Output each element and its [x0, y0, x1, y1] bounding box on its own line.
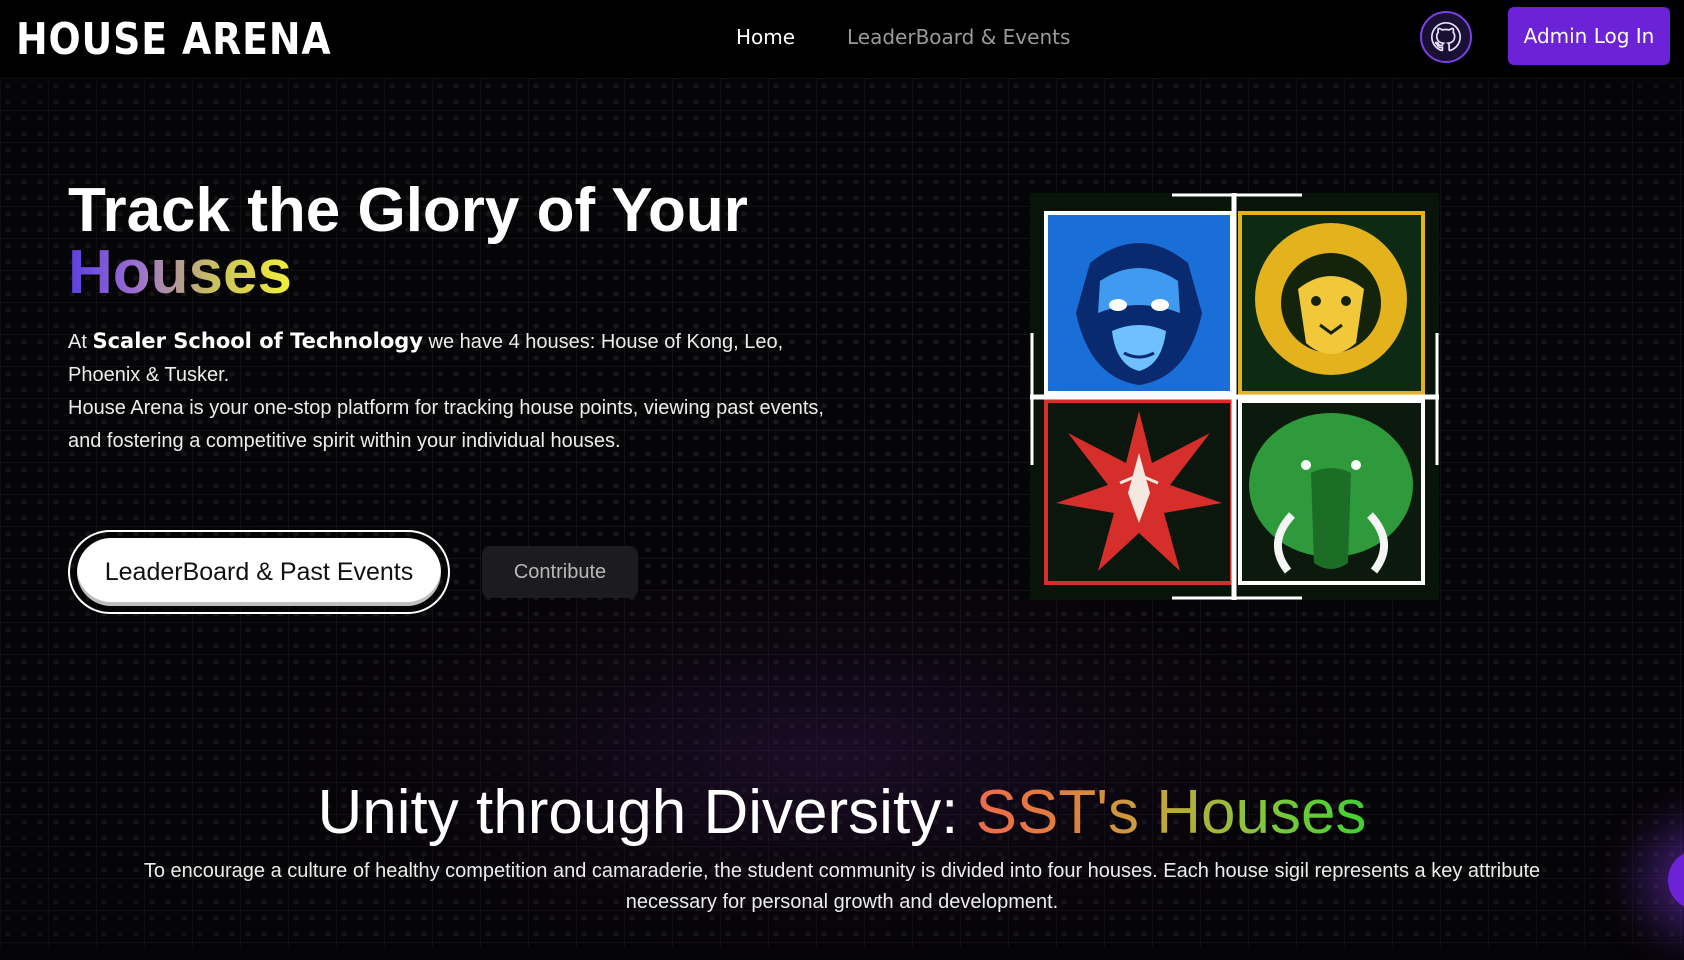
hero-description: At Scaler School of Technology we have 4… [68, 325, 848, 458]
houses-section-title-text: Unity through Diversity: [317, 778, 976, 847]
phoenix-sigil-icon [1044, 399, 1234, 585]
houses-section-title-accent: SST's Houses [975, 778, 1367, 847]
houses-section-description: To encourage a culture of healthy compet… [143, 860, 1541, 913]
hero-title: Track the Glory of Your Houses [68, 180, 848, 304]
hero-desc-platform: House Arena is your one-stop platform fo… [68, 397, 824, 452]
houses-section-title: Unity through Diversity: SST's Houses [0, 776, 1684, 850]
hero-title-accent: Houses [68, 238, 292, 307]
nav-link-home[interactable]: Home [736, 24, 795, 50]
site-logo[interactable]: HOUSE ARENA [16, 14, 332, 66]
hero-title-line: Track the Glory of Your [68, 176, 748, 245]
school-name: Scaler School of Technology [92, 329, 423, 353]
github-button[interactable] [1420, 11, 1472, 63]
hero-desc-intro: At [68, 331, 93, 353]
github-icon [1430, 21, 1462, 52]
house-sigils-image [1030, 193, 1439, 600]
admin-login-button[interactable]: Admin Log In [1508, 7, 1670, 65]
navbar: HOUSE ARENA Home LeaderBoard & Events Ad… [0, 0, 1684, 78]
hero-section: Track the Glory of Your Houses At Scaler… [68, 180, 848, 453]
lion-sigil-icon [1238, 211, 1425, 395]
elephant-sigil-icon [1238, 399, 1425, 585]
gorilla-sigil-icon [1044, 211, 1234, 395]
leaderboard-button-label: LeaderBoard & Past Events [77, 538, 441, 606]
leaderboard-past-events-button[interactable]: LeaderBoard & Past Events [68, 530, 450, 614]
contribute-button[interactable]: Contribute [482, 546, 638, 598]
nav-link-leaderboard-events[interactable]: LeaderBoard & Events [847, 24, 1070, 50]
